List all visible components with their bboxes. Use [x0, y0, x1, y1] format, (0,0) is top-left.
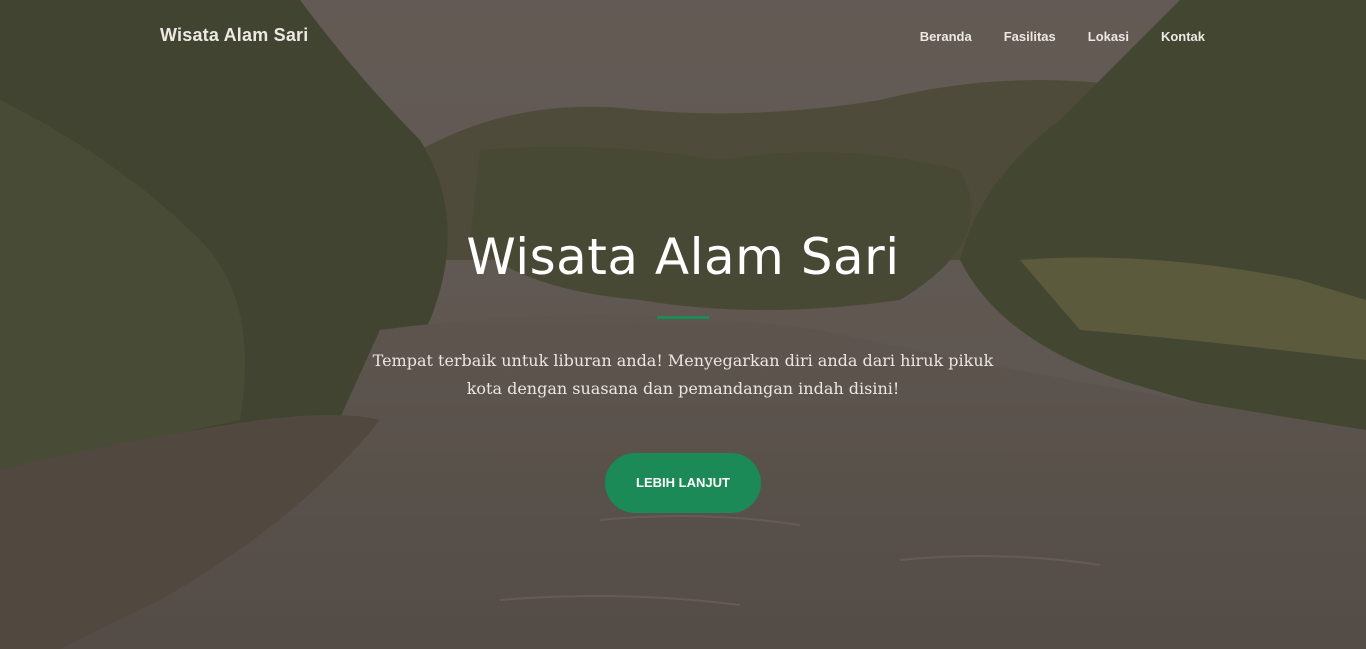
- nav-menu: Beranda Fasilitas Lokasi Kontak: [888, 28, 1205, 46]
- hero-title: Wisata Alam Sari: [466, 228, 900, 286]
- nav-item-fasilitas: Fasilitas: [1004, 28, 1056, 46]
- hero-description: Tempat terbaik untuk liburan anda! Menye…: [372, 351, 994, 398]
- nav-item-kontak: Kontak: [1161, 28, 1205, 46]
- nav-link-fasilitas[interactable]: Fasilitas: [1004, 29, 1056, 44]
- nav-link-kontak[interactable]: Kontak: [1161, 29, 1205, 44]
- navbar: Wisata Alam Sari Beranda Fasilitas Lokas…: [0, 0, 1366, 72]
- brand-logo[interactable]: Wisata Alam Sari: [160, 25, 308, 46]
- nav-item-lokasi: Lokasi: [1088, 28, 1129, 46]
- learn-more-button[interactable]: LEBIH LANJUT: [605, 453, 761, 513]
- nav-item-beranda: Beranda: [920, 28, 972, 46]
- nav-link-beranda[interactable]: Beranda: [920, 29, 972, 44]
- nav-link-lokasi[interactable]: Lokasi: [1088, 29, 1129, 44]
- hero-content: Wisata Alam Sari Tempat terbaik untuk li…: [0, 220, 1366, 513]
- hero-section: Wisata Alam Sari Beranda Fasilitas Lokas…: [0, 0, 1366, 649]
- title-divider: [657, 316, 709, 319]
